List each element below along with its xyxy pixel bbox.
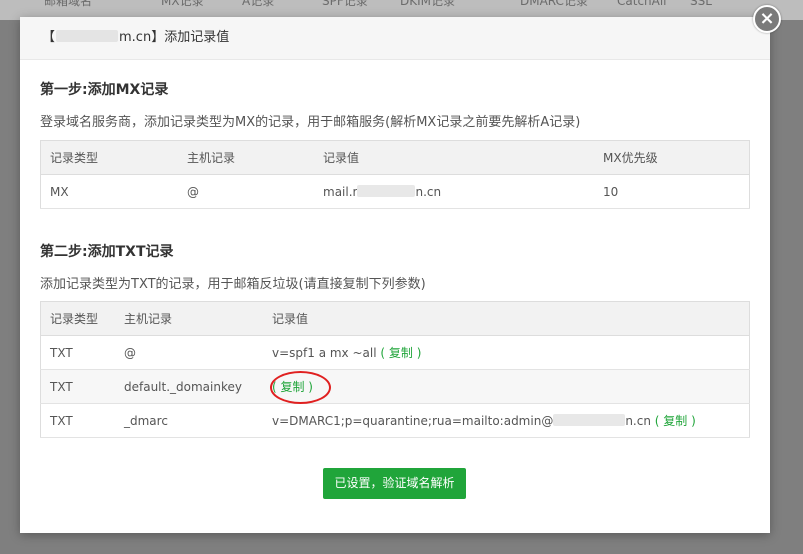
bg-col-mx: MX记录 [161,0,204,8]
mx-type: MX [40,174,178,209]
txt-host: default._domainkey [115,369,263,404]
step2-title: 第二步:添加TXT记录 [40,244,174,260]
mx-value-suffix: n.cn [415,184,442,199]
dmarc-value-suffix: n.cn [625,414,651,428]
dialog-title: 【 m.cn】添加记录值 [42,29,229,47]
txt-type: TXT [40,335,115,370]
mx-value: mail.r n.cn [314,174,594,209]
mx-header-value: 记录值 [314,140,594,175]
table-row: TXT _dmarc v=DMARC1;p=quarantine;rua=mai… [40,403,750,438]
bg-col-ssl: SSL [690,0,712,8]
txt-type: TXT [40,369,115,404]
bg-col-a: A记录 [242,0,275,8]
bg-col-spf: SPF记录 [322,0,368,8]
txt-header-host: 主机记录 [115,301,263,336]
txt-value: ( 复制 ) [263,369,750,404]
redacted-domain [56,30,119,42]
txt-header-value: 记录值 [263,301,750,336]
mx-host: @ [178,174,314,209]
step2-description: 添加记录类型为TXT的记录，用于邮箱反垃圾(请直接复制下列参数) [40,277,426,292]
step1-description: 登录域名服务商，添加记录类型为MX的记录，用于邮箱服务(解析MX记录之前要先解析… [40,115,581,130]
dmarc-value: v=DMARC1;p=quarantine;rua=mailto:admin@ [272,414,554,428]
title-bracket: 【 [42,30,56,45]
copy-spf-button[interactable]: ( 复制 ) [380,346,421,360]
mx-header-type: 记录类型 [40,140,178,175]
mx-value-prefix: mail.r [323,184,358,199]
verify-dns-button[interactable]: 已设置，验证域名解析 [323,468,466,499]
table-row: MX @ mail.r n.cn 10 [40,174,750,209]
dialog-header: 【 m.cn】添加记录值 [20,17,770,60]
txt-value: v=DMARC1;p=quarantine;rua=mailto:admin@ n… [263,403,750,438]
bg-col-dkim: DKIM记录 [400,0,456,8]
bg-col-catchall: CatchAll [617,0,667,8]
step1-title: 第一步:添加MX记录 [40,82,169,98]
txt-host: @ [115,335,263,370]
close-icon[interactable]: × [753,5,781,33]
bg-col-dmarc: DMARC记录 [520,0,588,8]
txt-value: v=spf1 a mx ~all ( 复制 ) [263,335,750,370]
txt-record-table: 记录类型 主机记录 记录值 TXT @ v=spf1 a mx ~all ( 复… [40,301,750,438]
txt-header-type: 记录类型 [40,301,115,336]
mx-header-priority: MX优先级 [594,140,750,175]
title-text: 】添加记录值 [151,30,230,45]
add-record-dialog: 【 m.cn】添加记录值 第一步:添加MX记录 登录域名服务商，添加记录类型为MX… [20,17,770,533]
table-row: TXT default._domainkey ( 复制 ) [40,369,750,404]
copy-dkim-button[interactable]: ( 复制 ) [272,380,313,394]
txt-host: _dmarc [115,403,263,438]
mx-priority: 10 [594,174,750,209]
mx-record-table: 记录类型 主机记录 记录值 MX优先级 MX @ mail.r n.cn 10 [40,140,750,209]
table-row: TXT @ v=spf1 a mx ~all ( 复制 ) [40,335,750,370]
copy-dmarc-button[interactable]: ( 复制 ) [655,414,696,428]
redacted-domain [553,414,626,426]
title-domain-suffix: m.cn [119,30,152,45]
redacted-domain [357,184,416,197]
mx-header-host: 主机记录 [178,140,314,175]
spf-value: v=spf1 a mx ~all [272,346,377,360]
bg-col-domain: 邮箱域名 [44,0,93,8]
txt-type: TXT [40,403,115,438]
